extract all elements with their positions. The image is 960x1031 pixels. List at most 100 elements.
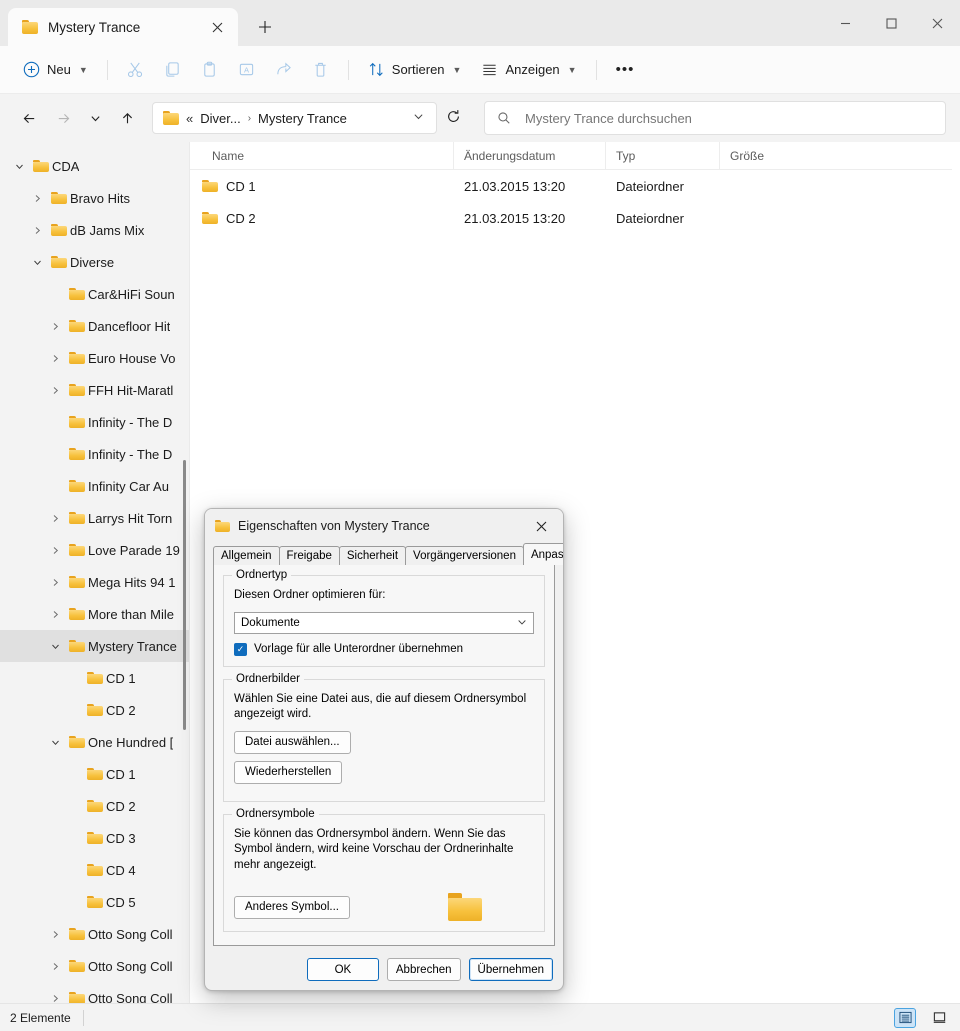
chevron-down-icon[interactable] xyxy=(407,111,430,125)
tree-item[interactable]: One Hundred [ xyxy=(0,726,190,758)
cancel-button[interactable]: Abbrechen xyxy=(387,958,461,981)
chevron-right-icon[interactable] xyxy=(44,386,66,395)
tree-item[interactable]: CD 1 xyxy=(0,662,190,694)
tree-item[interactable]: Diverse xyxy=(0,246,190,278)
chevron-down-icon[interactable] xyxy=(44,642,66,651)
chevron-right-icon[interactable] xyxy=(26,194,48,203)
column-header-name[interactable]: Name xyxy=(190,142,454,170)
dialog-tab-freigabe[interactable]: Freigabe xyxy=(279,546,340,565)
tree-item-label: Car&HiFi Soun xyxy=(88,287,175,302)
chevron-right-icon[interactable] xyxy=(44,354,66,363)
column-header-size[interactable]: Größe xyxy=(720,142,796,170)
search-box[interactable]: Mystery Trance durchsuchen xyxy=(484,101,946,135)
refresh-button[interactable] xyxy=(441,109,466,127)
chevron-right-icon[interactable] xyxy=(44,930,66,939)
tree-item[interactable]: FFH Hit-Maratl xyxy=(0,374,190,406)
tree-item[interactable]: CD 4 xyxy=(0,854,190,886)
tree-item[interactable]: More than Mile xyxy=(0,598,190,630)
chevron-down-icon[interactable] xyxy=(8,162,30,171)
share-button[interactable] xyxy=(266,54,301,86)
new-button[interactable]: Neu ▼ xyxy=(14,54,97,86)
tree-item[interactable]: Car&HiFi Soun xyxy=(0,278,190,310)
apply-to-subfolders-checkbox-row[interactable]: ✓ Vorlage für alle Unterordner übernehme… xyxy=(234,643,534,656)
sort-button[interactable]: Sortieren ▼ xyxy=(359,54,471,86)
tree-item[interactable]: CD 2 xyxy=(0,790,190,822)
chevron-right-icon[interactable] xyxy=(44,610,66,619)
tree-item[interactable]: CD 5 xyxy=(0,886,190,918)
chevron-right-icon[interactable] xyxy=(44,322,66,331)
dialog-tab-vorg-ngerversionen[interactable]: Vorgängerversionen xyxy=(405,546,524,565)
address-bar[interactable]: « Diver... › Mystery Trance xyxy=(152,102,437,134)
file-date-cell: 21.03.2015 13:20 xyxy=(454,211,606,226)
tree-item[interactable]: Love Parade 19 xyxy=(0,534,190,566)
folder-type-select[interactable]: Dokumente xyxy=(234,612,534,634)
tab-mystery-trance[interactable]: Mystery Trance xyxy=(8,8,238,46)
copy-button[interactable] xyxy=(155,54,190,86)
chevron-right-icon[interactable] xyxy=(44,994,66,1003)
tree-item[interactable]: Otto Song Coll xyxy=(0,918,190,950)
ok-button[interactable]: OK xyxy=(307,958,379,981)
chevron-right-icon[interactable] xyxy=(44,514,66,523)
table-row[interactable]: CD 221.03.2015 13:20Dateiordner xyxy=(190,202,960,234)
chevron-down-icon[interactable] xyxy=(26,258,48,267)
tree-item[interactable]: dB Jams Mix xyxy=(0,214,190,246)
tree-item[interactable]: CD 3 xyxy=(0,822,190,854)
chevron-right-icon[interactable] xyxy=(44,962,66,971)
chevron-right-icon[interactable] xyxy=(44,546,66,555)
tree-item[interactable]: Larrys Hit Torn xyxy=(0,502,190,534)
tree-item[interactable]: Mystery Trance xyxy=(0,630,190,662)
nav-pane-scrollbar[interactable] xyxy=(183,460,186,730)
chevron-right-icon[interactable] xyxy=(26,226,48,235)
chevron-down-icon[interactable] xyxy=(44,738,66,747)
change-icon-button[interactable]: Anderes Symbol... xyxy=(234,896,350,919)
close-icon[interactable] xyxy=(204,14,230,40)
breadcrumb-parent[interactable]: Diver... xyxy=(200,111,240,126)
checkbox-checked-icon[interactable]: ✓ xyxy=(234,643,247,656)
tree-item[interactable]: Euro House Vo xyxy=(0,342,190,374)
folder-icons-description: Sie können das Ordnersymbol ändern. Wenn… xyxy=(234,827,534,874)
more-options-button[interactable]: ••• xyxy=(607,54,644,86)
column-header-date[interactable]: Änderungsdatum xyxy=(454,142,606,170)
folder-icon xyxy=(66,576,88,589)
dialog-tab-sicherheit[interactable]: Sicherheit xyxy=(339,546,406,565)
tree-item[interactable]: Otto Song Coll xyxy=(0,950,190,982)
minimize-button[interactable] xyxy=(822,0,868,46)
tree-item[interactable]: CDA xyxy=(0,150,190,182)
tree-item[interactable]: CD 1 xyxy=(0,758,190,790)
tree-item[interactable]: CD 2 xyxy=(0,694,190,726)
tree-item[interactable]: Infinity - The D xyxy=(0,438,190,470)
recent-locations-button[interactable] xyxy=(82,103,108,133)
tiles-view-button[interactable] xyxy=(928,1008,950,1028)
cut-button[interactable] xyxy=(118,54,153,86)
apply-to-subfolders-label: Vorlage für alle Unterordner übernehmen xyxy=(254,643,463,655)
column-header-type[interactable]: Typ xyxy=(606,142,720,170)
search-input[interactable]: Mystery Trance durchsuchen xyxy=(525,111,692,126)
restore-button[interactable]: Wiederherstellen xyxy=(234,761,342,784)
close-button[interactable] xyxy=(914,0,960,46)
paste-button[interactable] xyxy=(192,54,227,86)
view-button[interactable]: Anzeigen ▼ xyxy=(472,54,585,86)
tree-item[interactable]: Mega Hits 94 1 xyxy=(0,566,190,598)
back-button[interactable] xyxy=(14,103,44,133)
choose-file-button[interactable]: Datei auswählen... xyxy=(234,731,351,754)
breadcrumb-current[interactable]: Mystery Trance xyxy=(258,111,347,126)
dialog-tab-anpassen[interactable]: Anpassen xyxy=(523,543,564,565)
dialog-tab-allgemein[interactable]: Allgemein xyxy=(213,546,280,565)
up-button[interactable] xyxy=(112,103,142,133)
tree-item[interactable]: Otto Song Coll xyxy=(0,982,190,1003)
apply-button[interactable]: Übernehmen xyxy=(469,958,553,981)
rename-button[interactable]: A xyxy=(229,54,264,86)
tree-item[interactable]: Infinity Car Au xyxy=(0,470,190,502)
details-view-button[interactable] xyxy=(894,1008,916,1028)
delete-button[interactable] xyxy=(303,54,338,86)
close-icon[interactable] xyxy=(523,511,559,541)
maximize-button[interactable] xyxy=(868,0,914,46)
breadcrumb-overflow[interactable]: « xyxy=(186,111,193,126)
tree-item[interactable]: Bravo Hits xyxy=(0,182,190,214)
tree-item[interactable]: Dancefloor Hit xyxy=(0,310,190,342)
forward-button[interactable] xyxy=(48,103,78,133)
chevron-right-icon[interactable] xyxy=(44,578,66,587)
tree-item[interactable]: Infinity - The D xyxy=(0,406,190,438)
table-row[interactable]: CD 121.03.2015 13:20Dateiordner xyxy=(190,170,960,202)
new-tab-button[interactable] xyxy=(248,10,282,44)
